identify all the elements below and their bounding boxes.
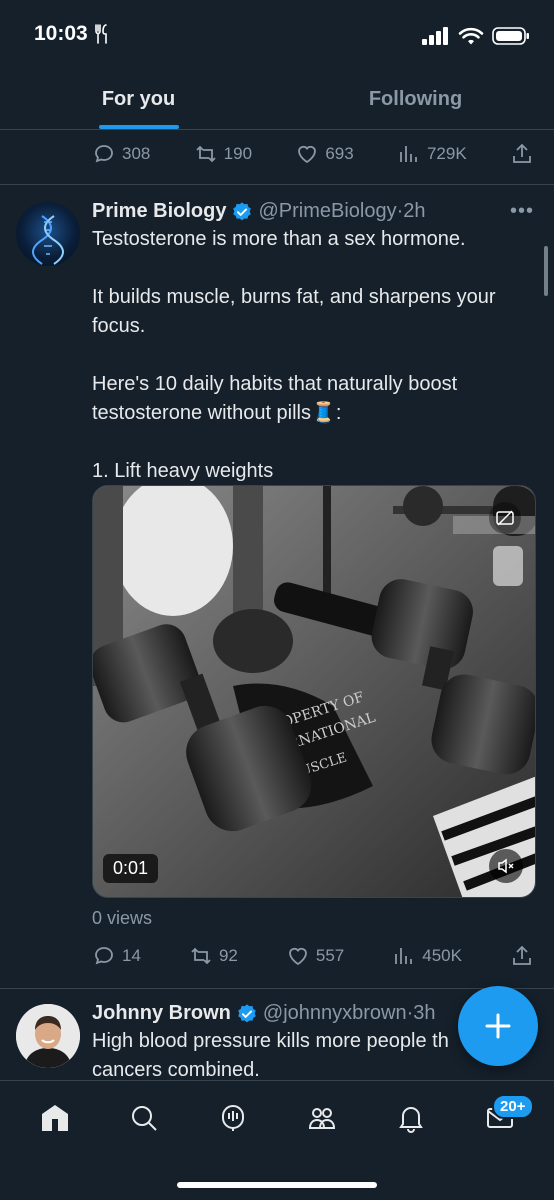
wifi-icon [458,27,484,45]
avatar[interactable] [16,202,80,266]
active-tab-indicator [98,125,179,129]
captions-button[interactable] [489,502,521,534]
tab-following[interactable]: Following [277,70,554,129]
tweet-header: Prime Biology @PrimeBiology · 2h [92,200,538,223]
views-count: 729K [426,144,467,163]
views-button[interactable]: 450K [392,944,462,968]
retweet-icon [191,947,211,965]
status-bar: 10:03 [0,0,554,70]
like-button[interactable]: 693 [295,142,354,166]
like-count: 557 [315,946,345,965]
tweet-text: Testosterone is more than a sex hormone.… [92,228,496,482]
nav-messages[interactable]: 20+ [470,1088,534,1148]
views-button[interactable]: 729K [397,142,467,166]
nav-grok[interactable] [203,1088,263,1148]
reply-icon [95,145,113,163]
nav-search[interactable] [114,1088,174,1148]
reply-count: 14 [122,946,141,965]
dna-logo-icon [32,215,64,265]
bell-icon [398,1107,423,1133]
search-icon [131,1106,157,1131]
retweet-button[interactable]: 92 [189,944,238,968]
video-frame: PROPERTY OF INTERNATIONAL MUSCLE [93,486,535,897]
mute-button[interactable] [489,849,523,883]
like-button[interactable]: 557 [286,944,344,968]
reply-count: 308 [122,144,151,163]
home-indicator[interactable] [177,1182,377,1188]
tab-label: Following [368,88,463,110]
battery-icon [492,27,529,45]
share-button[interactable] [510,944,534,968]
heart-icon [298,145,317,164]
microphone-icon [221,1105,244,1131]
analytics-icon [400,146,417,162]
tweet-body: Prime Biology @PrimeBiology · 2h ••• Tes… [92,200,538,486]
nav-home[interactable] [25,1088,85,1148]
video-timestamp: 0:01 [103,854,159,883]
tweet-time[interactable]: 3h [413,1002,435,1025]
more-options-button[interactable]: ••• [510,200,534,223]
messages-badge: 20+ [492,1094,534,1119]
retweet-count: 190 [223,144,253,163]
scrollbar[interactable] [544,246,548,296]
video-views-label: 0 views [92,908,153,928]
like-count: 693 [325,144,354,163]
compose-button[interactable] [458,986,538,1066]
share-button[interactable] [510,142,534,166]
author-handle[interactable]: @PrimeBiology [258,200,396,223]
tab-label: For you [101,88,176,110]
separator-dot: · [396,200,404,222]
divider [0,988,554,989]
reply-button[interactable]: 308 [92,142,150,166]
previous-tweet-actions: 308 190 693 729K [92,138,534,170]
reply-button[interactable]: 14 [92,944,141,968]
analytics-icon [395,948,413,964]
verified-badge-icon [238,1003,256,1022]
plus-icon [485,1013,511,1039]
speaker-muted-icon [498,858,514,874]
reply-icon [95,947,113,965]
author-name[interactable]: Johnny Brown [92,1002,231,1025]
tweet-actions: 14 92 557 450K [92,940,534,972]
status-time: 10:03 [34,22,110,46]
tab-for-you[interactable]: For you [0,70,277,129]
feed-tabs: For you Following [0,70,554,130]
tweet-time[interactable]: 2h [403,200,425,223]
signal-icon [422,27,448,45]
nav-communities[interactable] [292,1088,352,1148]
verified-badge-icon [233,201,252,220]
clock: 10:03 [34,22,88,45]
captions-off-icon [496,510,514,526]
bottom-navigation: 20+ [0,1080,554,1200]
fork-knife-icon [94,24,107,44]
heart-icon [288,947,307,966]
retweet-button[interactable]: 190 [194,142,252,166]
retweet-icon [196,145,216,163]
author-name[interactable]: Prime Biology [92,200,226,223]
avatar[interactable] [16,1004,80,1068]
separator-dot: · [406,1002,414,1024]
communities-icon [308,1108,335,1129]
share-icon [513,143,531,163]
home-icon [41,1105,68,1131]
person-photo [16,1004,80,1068]
nav-notifications[interactable] [381,1088,441,1148]
divider [0,184,554,185]
status-icons [422,22,530,46]
author-handle[interactable]: @johnnyxbrown [263,1002,407,1025]
share-icon [513,945,531,965]
retweet-count: 92 [218,946,238,965]
tweet-video[interactable]: PROPERTY OF INTERNATIONAL MUSCLE 0:01 [92,485,536,898]
views-count: 450K [422,946,462,965]
